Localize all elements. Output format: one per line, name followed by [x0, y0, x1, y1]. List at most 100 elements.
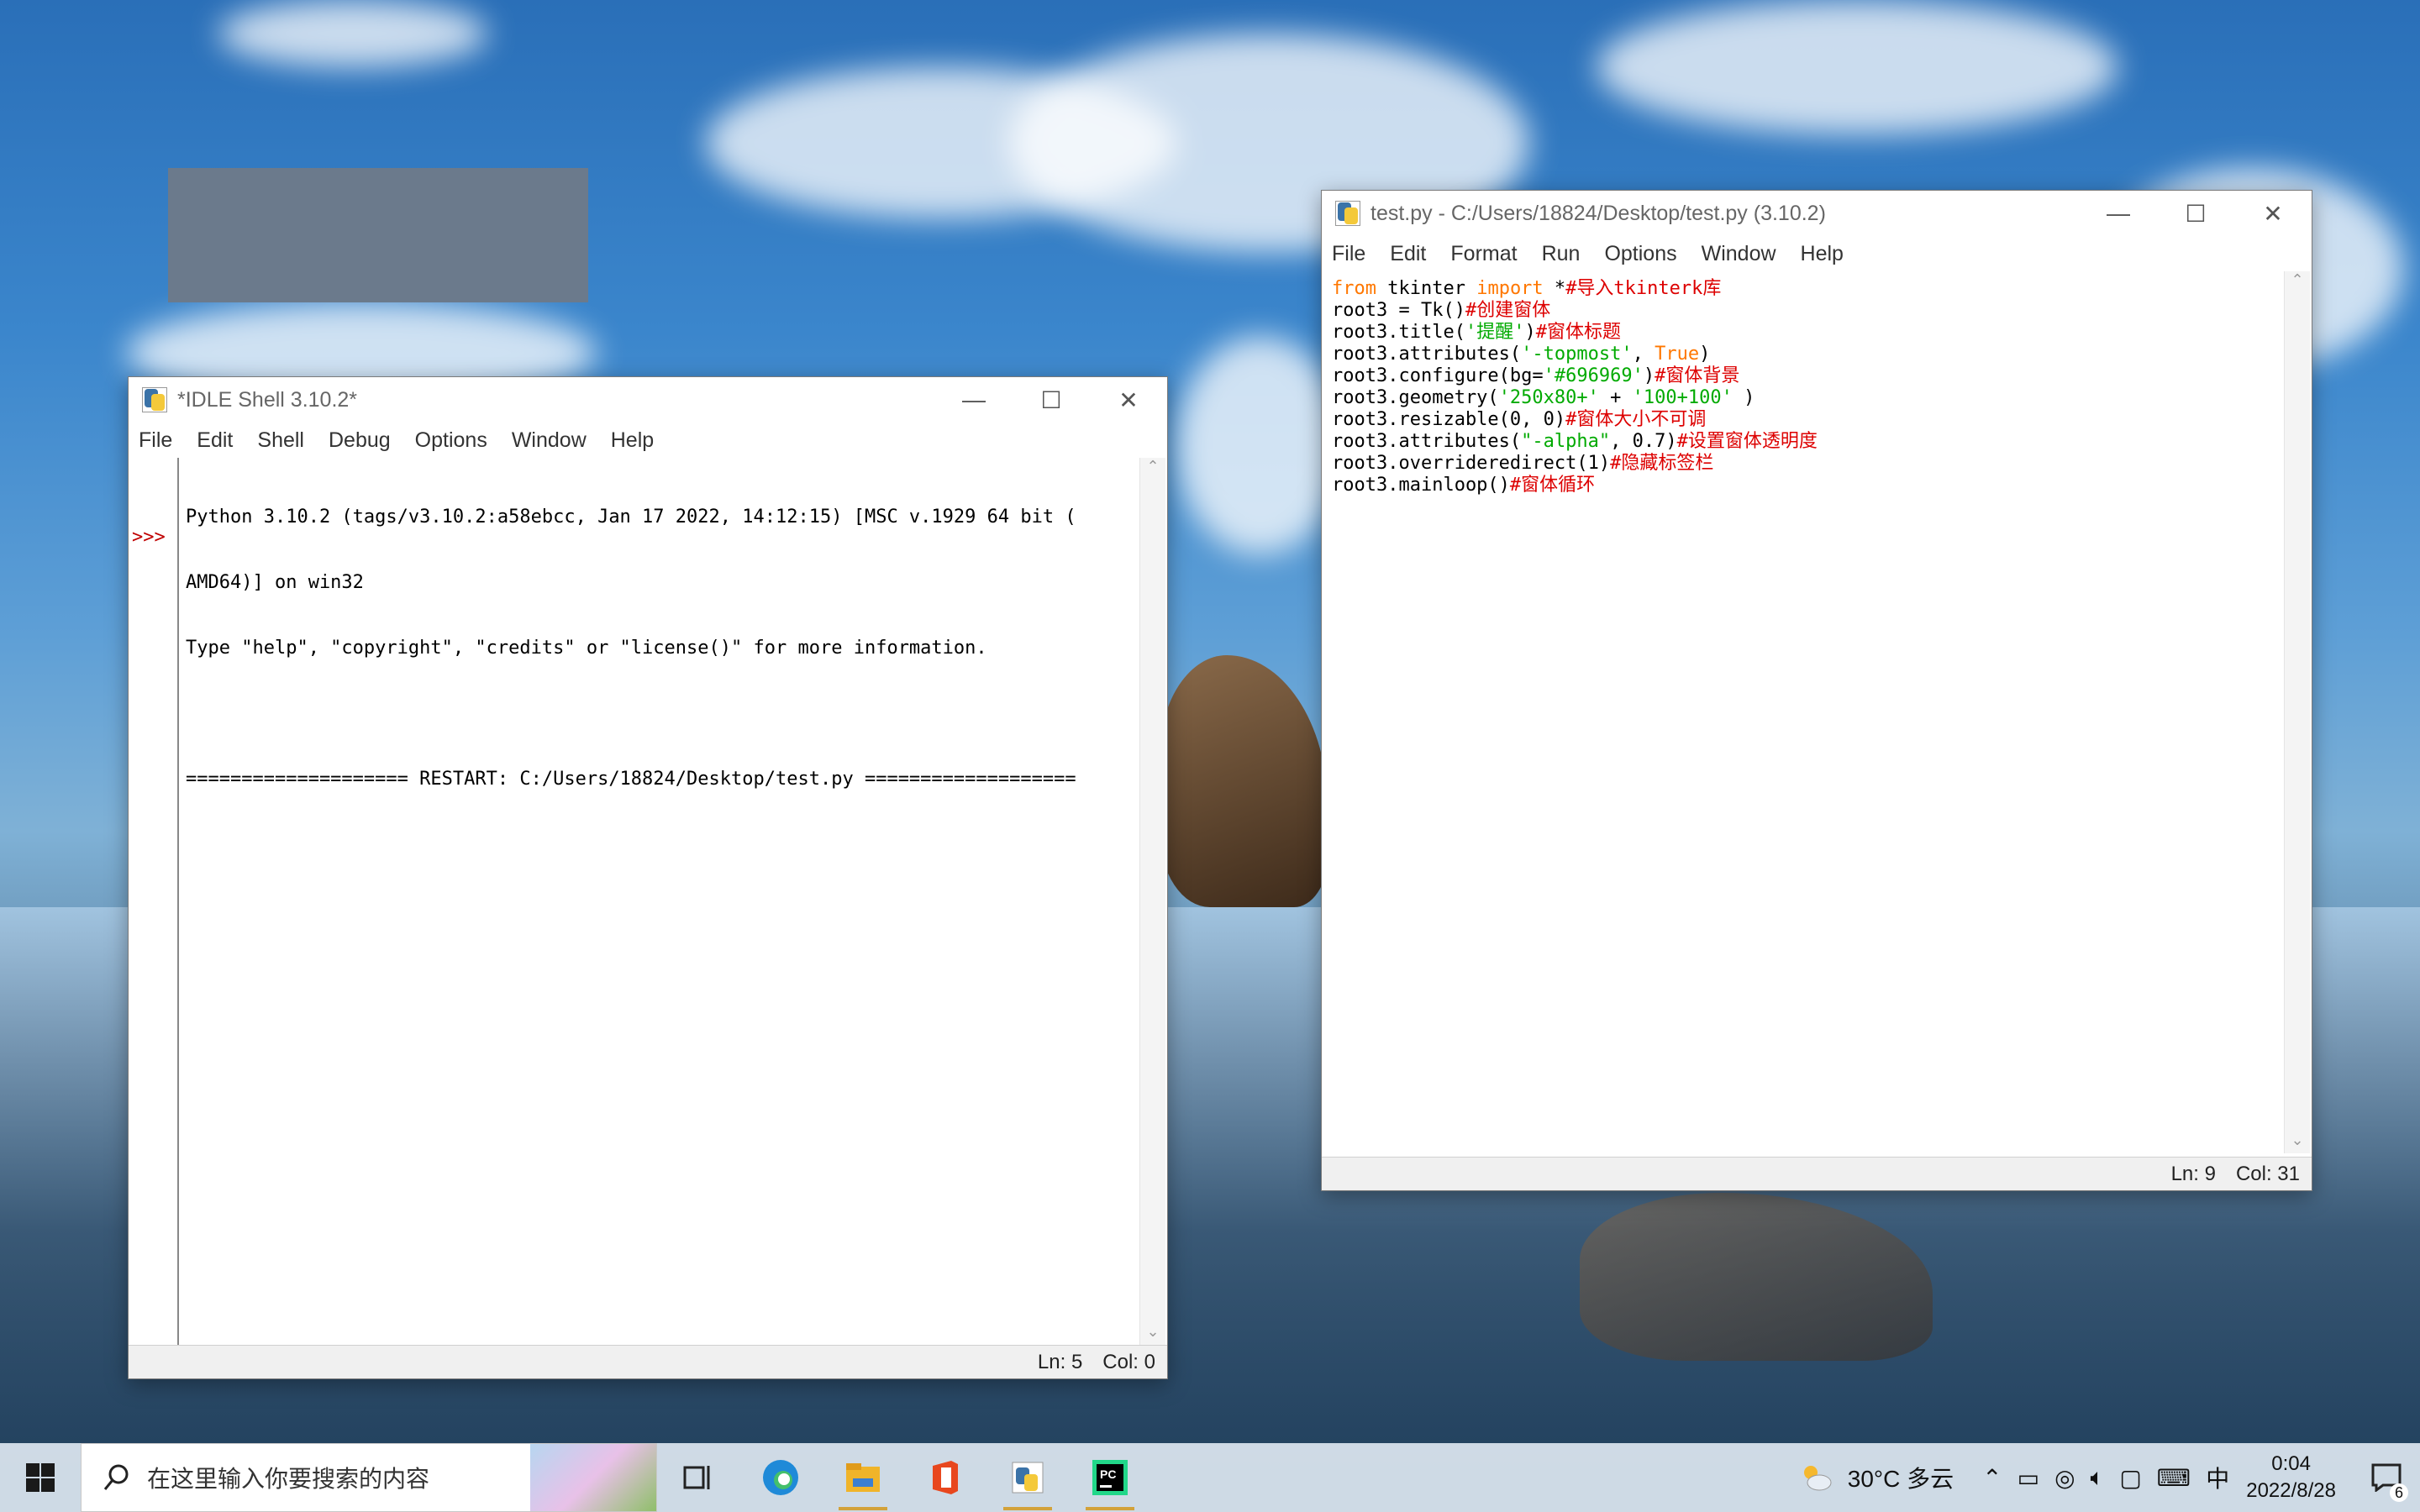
editor-statusbar: Ln: 9 Col: 31: [1322, 1157, 2312, 1190]
code-token: '#696969': [1543, 365, 1644, 386]
code-token: #窗体循环: [1509, 475, 1596, 496]
maximize-button[interactable]: ☐: [1013, 377, 1090, 423]
code-token: root3.resizable(0, 0): [1332, 409, 1566, 430]
search-icon: [103, 1464, 129, 1490]
clock-time: 0:04: [2271, 1452, 2311, 1475]
menu-help[interactable]: Help: [1801, 242, 1844, 266]
pycharm-button[interactable]: PC: [1069, 1443, 1151, 1512]
minimize-button[interactable]: —: [935, 377, 1013, 423]
chevron-up-icon[interactable]: ⌃: [1982, 1464, 2002, 1492]
shell-line: Type "help", "copyright", "credits" or "…: [186, 638, 987, 659]
scroll-up-icon[interactable]: ⌃: [1140, 458, 1165, 480]
menu-window[interactable]: Window: [512, 428, 587, 453]
code-editor[interactable]: from tkinter import *#导入tkinterk库 root3 =…: [1332, 278, 2271, 1150]
shell-prompt: >>>: [132, 527, 166, 548]
menu-shell[interactable]: Shell: [257, 428, 304, 453]
clock[interactable]: 0:04 2022/8/28: [2246, 1451, 2336, 1504]
menu-format[interactable]: Format: [1450, 242, 1517, 266]
shell-output[interactable]: Python 3.10.2 (tags/v3.10.2:a58ebcc, Jan…: [186, 463, 1127, 1338]
code-line: root3 = Tk()#创建窗体: [1332, 300, 2271, 322]
code-token: #窗体背景: [1655, 365, 1740, 386]
notification-count: 6: [2390, 1483, 2408, 1502]
svg-text:PC: PC: [1100, 1467, 1116, 1481]
code-token: ): [1699, 344, 1711, 365]
code-token: , 0.7): [1610, 431, 1677, 452]
edge-browser-button[interactable]: [739, 1443, 822, 1512]
clock-date: 2022/8/28: [2246, 1479, 2336, 1502]
menu-options[interactable]: Options: [1604, 242, 1676, 266]
editor-scrollbar[interactable]: ⌃ ⌄: [2284, 271, 2310, 1153]
shell-titlebar[interactable]: *IDLE Shell 3.10.2* — ☐ ✕: [129, 377, 1167, 423]
scroll-up-icon[interactable]: ⌃: [2285, 271, 2310, 293]
code-line: root3.attributes('-topmost', True): [1332, 344, 2271, 365]
ime-indicator[interactable]: 中: [2206, 1461, 2229, 1494]
code-line: root3.attributes("-alpha", 0.7)#设置窗体透明度: [1332, 431, 2271, 453]
code-line: root3.mainloop()#窗体循环: [1332, 475, 2271, 496]
python-file-icon: [1335, 201, 1360, 226]
code-token: root3.configure(bg=: [1332, 365, 1544, 386]
menu-edit[interactable]: Edit: [1390, 242, 1426, 266]
maximize-button[interactable]: ☐: [2157, 191, 2234, 236]
shell-line: ==================== RESTART: C:/Users/1…: [186, 769, 1076, 790]
pycharm-icon: PC: [1092, 1460, 1128, 1495]
task-view-button[interactable]: [657, 1443, 739, 1512]
battery-icon[interactable]: ▭: [2018, 1464, 2039, 1492]
status-column: Col: 0: [1102, 1350, 1155, 1373]
volume-icon[interactable]: 🔈︎: [2091, 1464, 2105, 1492]
code-line: root3.overrideredirect(1)#隐藏标签栏: [1332, 453, 2271, 475]
edge-icon: [763, 1460, 798, 1495]
code-token: tkinter: [1376, 278, 1477, 299]
code-token: '250x80+': [1498, 387, 1599, 408]
editor-window[interactable]: test.py - C:/Users/18824/Desktop/test.py…: [1321, 190, 2312, 1191]
code-token: *: [1543, 278, 1566, 299]
menu-file[interactable]: File: [139, 428, 172, 453]
code-token: ): [1732, 387, 1755, 408]
menu-file[interactable]: File: [1332, 242, 1365, 266]
keyboard-icon[interactable]: ⌨: [2157, 1464, 2191, 1492]
network-icon[interactable]: ◎: [2054, 1464, 2075, 1492]
weather-text[interactable]: 30°C 多云: [1848, 1461, 1954, 1494]
windows-logo-icon: [26, 1463, 55, 1492]
scroll-down-icon[interactable]: ⌄: [1140, 1323, 1165, 1345]
folder-icon: [846, 1463, 880, 1492]
code-token: #隐藏标签栏: [1610, 453, 1714, 474]
status-line: Ln: 5: [1037, 1350, 1083, 1373]
close-button[interactable]: ✕: [2234, 191, 2312, 236]
menu-debug[interactable]: Debug: [329, 428, 391, 453]
shell-title: *IDLE Shell 3.10.2*: [177, 387, 358, 412]
file-explorer-button[interactable]: [822, 1443, 904, 1512]
code-line: from tkinter import *#导入tkinterk库: [1332, 278, 2271, 300]
shell-line: AMD64)] on win32: [186, 572, 364, 593]
display-icon[interactable]: ▢: [2119, 1464, 2141, 1492]
editor-titlebar[interactable]: test.py - C:/Users/18824/Desktop/test.py…: [1322, 191, 2312, 236]
shell-scrollbar[interactable]: ⌃ ⌄: [1139, 458, 1165, 1345]
taskbar-search-box[interactable]: 在这里输入你要搜索的内容: [81, 1443, 657, 1512]
menu-run[interactable]: Run: [1542, 242, 1581, 266]
code-line: root3.configure(bg='#696969')#窗体背景: [1332, 365, 2271, 387]
weather-icon[interactable]: [1799, 1462, 1833, 1493]
menu-help[interactable]: Help: [611, 428, 654, 453]
shell-line: Python 3.10.2 (tags/v3.10.2:a58ebcc, Jan…: [186, 507, 1076, 528]
scroll-down-icon[interactable]: ⌄: [2285, 1131, 2310, 1153]
python-idle-button[interactable]: [986, 1443, 1069, 1512]
search-highlight-icon: [530, 1444, 656, 1511]
shell-menubar: File Edit Shell Debug Options Window Hel…: [129, 423, 1167, 458]
idle-shell-window[interactable]: *IDLE Shell 3.10.2* — ☐ ✕ File Edit Shel…: [128, 376, 1168, 1379]
menu-edit[interactable]: Edit: [197, 428, 233, 453]
office-button[interactable]: [904, 1443, 986, 1512]
close-button[interactable]: ✕: [1090, 377, 1167, 423]
minimize-button[interactable]: —: [2080, 191, 2157, 236]
menu-options[interactable]: Options: [415, 428, 487, 453]
python-file-icon: [142, 387, 167, 412]
code-token: '-topmost': [1521, 344, 1633, 365]
code-token: ,: [1632, 344, 1655, 365]
notification-button[interactable]: 6: [2353, 1443, 2420, 1512]
menu-window[interactable]: Window: [1702, 242, 1776, 266]
code-token: #窗体大小不可调: [1565, 409, 1707, 430]
code-token: root3.mainloop(): [1332, 475, 1510, 496]
code-token: import: [1476, 278, 1544, 299]
start-button[interactable]: [0, 1443, 81, 1512]
code-token: root3.geometry(: [1332, 387, 1499, 408]
task-view-icon: [683, 1466, 710, 1489]
editor-menubar: File Edit Format Run Options Window Help: [1322, 236, 2312, 271]
